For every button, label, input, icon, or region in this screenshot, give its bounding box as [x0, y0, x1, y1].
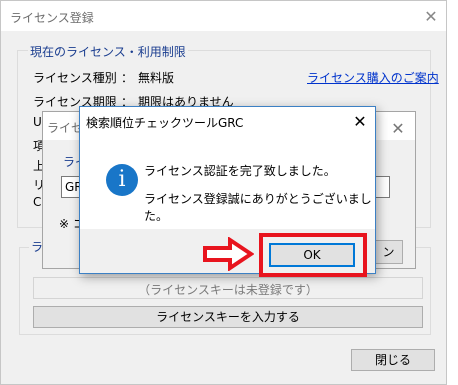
- info-icon: i: [106, 164, 138, 196]
- message-line-1: ライセンス認証を完了致しました。: [144, 164, 336, 178]
- license-type-label: ライセンス種別: [33, 71, 117, 85]
- message-box-title: 検索順位チェックツールGRC: [86, 116, 244, 130]
- license-type-colon: ：: [121, 71, 134, 85]
- arrow-right-icon: [203, 237, 254, 271]
- ok-highlight-frame: [259, 233, 367, 277]
- license-type-value: 無料版: [138, 71, 175, 85]
- close-button[interactable]: 閉じる: [351, 349, 435, 371]
- main-window-close-icon[interactable]: ✕: [423, 9, 439, 25]
- message-box-close-icon[interactable]: ✕: [352, 114, 368, 130]
- license-key-status-text: （ライセンスキーは未登録です）: [138, 283, 318, 297]
- purchase-link[interactable]: ライセンス購入のご案内: [307, 69, 439, 86]
- message-line-2: ライセンス登録誠にありがとうございました。: [144, 192, 372, 223]
- license-input-window-close-icon[interactable]: ✕: [391, 121, 405, 137]
- main-window-title: ライセンス登録: [10, 11, 94, 25]
- row-7-label-partial: C: [33, 195, 42, 209]
- license-input-window-title: ライセ: [47, 121, 84, 135]
- license-input-button-partial[interactable]: ン: [375, 240, 403, 264]
- enter-license-key-button[interactable]: ライセンスキーを入力する: [33, 306, 423, 328]
- license-status-group-title: 現在のライセンス・利用制限: [28, 43, 188, 60]
